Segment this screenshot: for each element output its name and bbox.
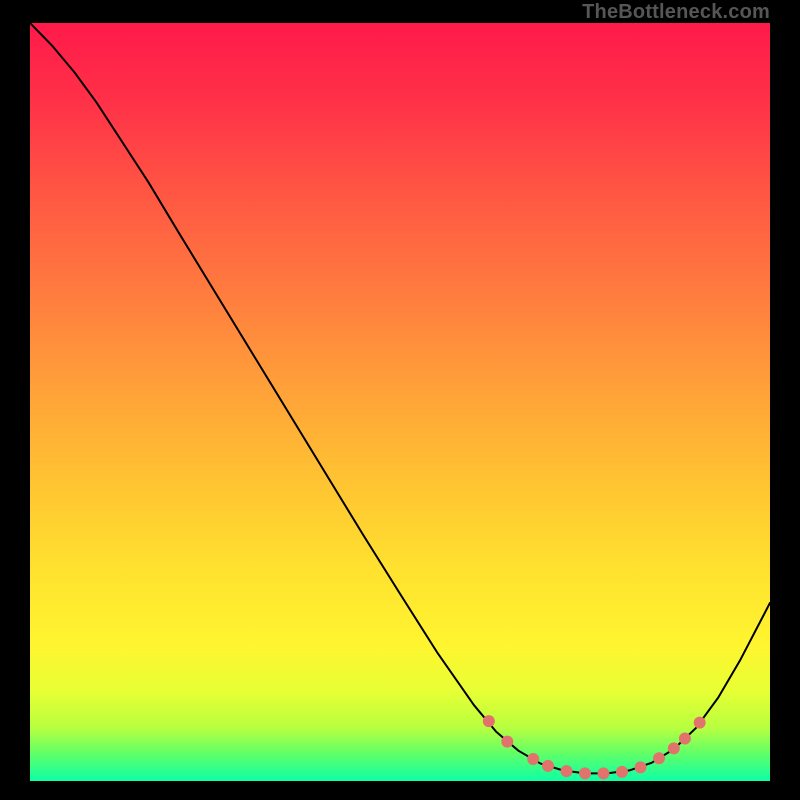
dot-marker: [635, 761, 647, 773]
dot-marker: [501, 736, 513, 748]
gradient-background: [30, 23, 770, 781]
dot-marker: [579, 767, 591, 779]
dot-marker: [653, 752, 665, 764]
dot-marker: [616, 766, 628, 778]
dot-marker: [598, 767, 610, 779]
dot-marker: [527, 753, 539, 765]
dot-marker: [694, 717, 706, 729]
chart-frame: [30, 23, 770, 781]
dot-marker: [668, 742, 680, 754]
watermark-text: TheBottleneck.com: [582, 1, 770, 24]
chart-svg: [30, 23, 770, 781]
dot-marker: [679, 733, 691, 745]
dot-marker: [561, 765, 573, 777]
dot-marker: [542, 760, 554, 772]
dot-marker: [483, 715, 495, 727]
